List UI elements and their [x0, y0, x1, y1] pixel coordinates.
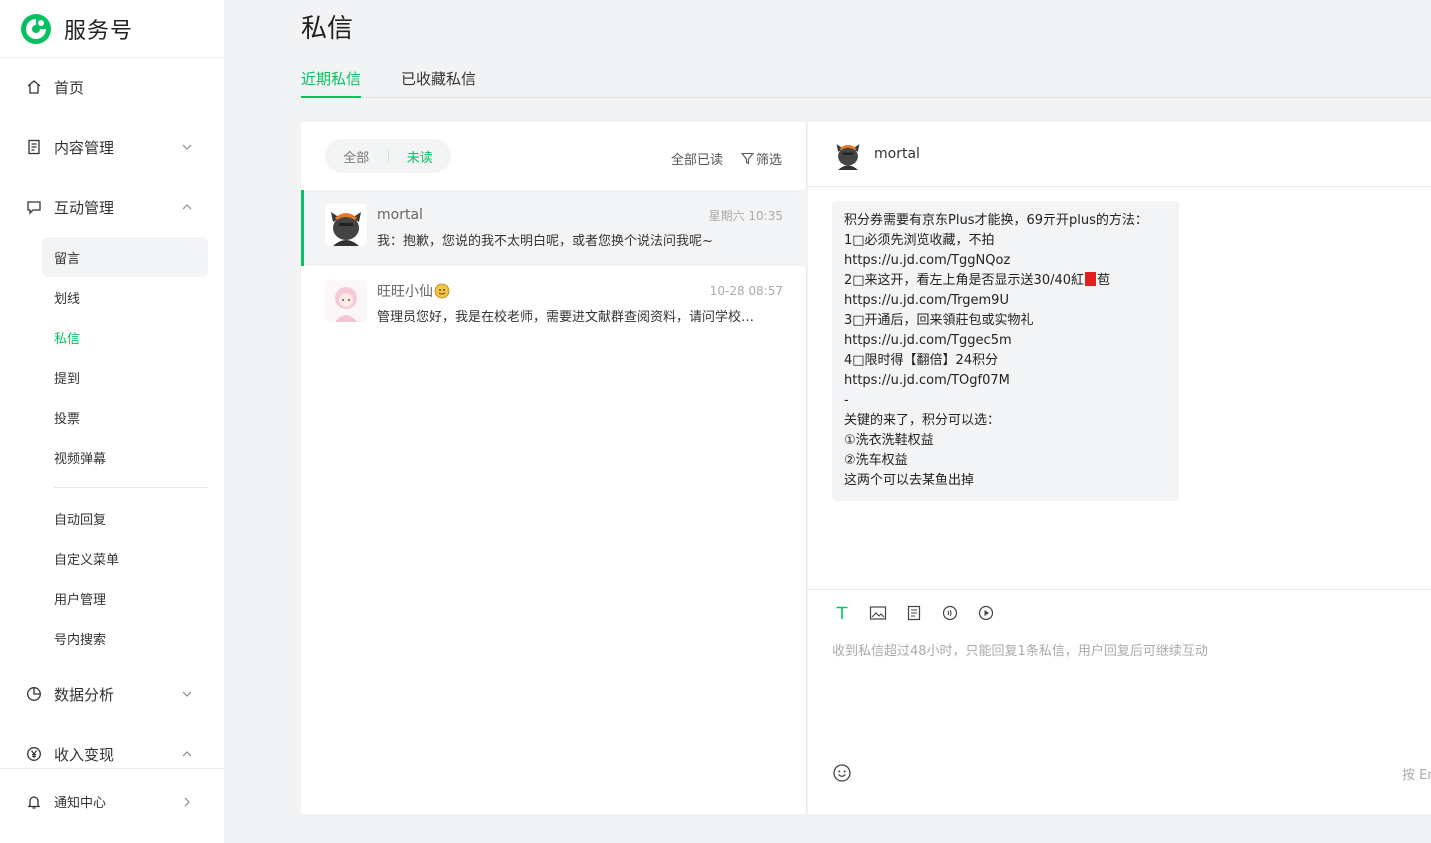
sidebar-item-video-danmaku[interactable]: 视频弹幕: [42, 437, 208, 477]
message-line: -: [844, 393, 849, 408]
conversation-item[interactable]: 旺旺小仙 10-28 08:57 管理员您好，我是在校老师，需要进文献群查阅资料…: [301, 266, 807, 342]
red-envelope-icon: [1085, 272, 1097, 286]
message-line: 2□来这开，看左上角是否显示送30/40紅苞: [844, 272, 1111, 288]
avatar: [832, 138, 864, 170]
conversation-preview: 我：抱歉，您说的我不太明白呢，或者您换个说法问我呢~: [377, 234, 713, 249]
sidebar-item-mentions[interactable]: 提到: [42, 357, 208, 397]
chat-bubble-icon: [24, 197, 44, 217]
sidebar-item-custom-menu[interactable]: 自定义菜单: [42, 538, 208, 578]
conversation-time: 10-28 08:57: [709, 284, 783, 298]
pie-chart-icon: [24, 684, 44, 704]
nav-notify-label: 通知中心: [54, 796, 107, 811]
image-icon[interactable]: [868, 603, 888, 623]
conversation-time: 星期六 10:35: [708, 208, 783, 223]
nav-monetization-label: 收入变现: [54, 745, 115, 764]
chevron-right-icon: [184, 797, 190, 806]
nav-home-label: 首页: [54, 78, 85, 97]
sidebar-item-auto-reply[interactable]: 自动回复: [42, 498, 208, 538]
chevron-up-icon: [182, 204, 192, 210]
composer-input[interactable]: 收到私信超过48小时，只能回复1条私信，用户回复后可继续互动: [808, 640, 1431, 659]
chevron-down-icon: [182, 691, 192, 697]
app-name: 服务号: [64, 18, 134, 44]
nav-data-analysis[interactable]: 数据分析: [0, 664, 224, 724]
funnel-icon: [740, 152, 754, 165]
video-icon[interactable]: [976, 603, 996, 623]
message-composer: 收到私信超过48小时，只能回复1条私信，用户回复后可继续互动 按 Enter 发…: [808, 589, 1431, 814]
composer-toolbar: [808, 590, 1431, 636]
message-line: ②洗车权益: [844, 453, 908, 468]
message-line: https://u.jd.com/TggNQoz: [844, 253, 1011, 268]
logo-row: 服务号: [0, 0, 224, 58]
nav-home[interactable]: 首页: [0, 57, 224, 117]
emoji-icon: [434, 283, 450, 299]
read-filter-toggle: 全部 未读: [325, 139, 451, 173]
chevron-up-icon: [182, 751, 192, 757]
message-line: 关键的来了，积分可以选：: [844, 413, 1001, 428]
nav-content-label: 内容管理: [54, 138, 115, 157]
message-line: https://u.jd.com/Trgem9U: [844, 293, 1009, 308]
sidebar-item-highlights[interactable]: 划线: [42, 277, 208, 317]
message-line: 这两个可以去某鱼出掉: [844, 473, 975, 488]
message-line: 4□限时得【翻倍】24积分: [844, 353, 999, 368]
message-bubble: 积分券需要有京东Plus才能换，69亓开plus的方法： 1□必须先浏览收藏，不…: [832, 201, 1179, 501]
message-line: 积分券需要有京东Plus才能换，69亓开plus的方法：: [844, 213, 1148, 228]
message-line: 1□必须先浏览收藏，不拍: [844, 233, 995, 248]
sidebar-item-comments[interactable]: 留言: [42, 237, 208, 277]
sidebar-item-user-management[interactable]: 用户管理: [42, 578, 208, 618]
avatar: [325, 280, 367, 322]
emoji-icon[interactable]: [832, 763, 852, 783]
filter-button[interactable]: 筛选: [740, 149, 782, 168]
nav-notification-center[interactable]: 通知中心: [0, 768, 224, 834]
mark-all-read-button[interactable]: 全部已读: [671, 149, 723, 168]
message-line: https://u.jd.com/Tggec5m: [844, 333, 1012, 348]
conversation-name: 旺旺小仙: [377, 281, 450, 301]
page-title: 私信: [301, 14, 354, 44]
audio-icon[interactable]: [940, 603, 960, 623]
tab-bar: 近期私信 已收藏私信: [301, 68, 1431, 98]
message-line: ①洗衣洗鞋权益: [844, 433, 934, 448]
sidebar: 服务号 首页 内容管理 互动管理 留言 划线 私信 提到 投票 视频弹幕 自动回…: [0, 0, 224, 843]
tab-starred-messages[interactable]: 已收藏私信: [401, 68, 476, 98]
bell-icon: [24, 792, 44, 812]
send-hint: 按 Enter 发送: [1402, 768, 1431, 783]
home-icon: [24, 77, 44, 97]
yen-icon: [24, 744, 44, 764]
nav-content-management[interactable]: 内容管理: [0, 117, 224, 177]
chevron-down-icon: [182, 144, 192, 150]
chat-panel: mortal 积分券需要有京东Plus才能换，69亓开plus的方法： 1□必须…: [808, 122, 1431, 814]
chat-contact-name: mortal: [874, 146, 920, 162]
conversation-list-panel: 全部 未读 全部已读 筛选 mortal 星期六 10:35 我：抱歉，您说的我…: [301, 122, 807, 814]
document-icon: [24, 137, 44, 157]
divider: [54, 487, 208, 488]
list-actions: 全部已读 筛选: [671, 149, 782, 168]
sidebar-item-votes[interactable]: 投票: [42, 397, 208, 437]
conversation-preview: 管理员您好，我是在校老师，需要进文献群查阅资料，请问学校…: [377, 310, 755, 325]
tab-recent-messages[interactable]: 近期私信: [301, 68, 362, 98]
sidebar-item-in-account-search[interactable]: 号内搜索: [42, 618, 208, 658]
nav-interaction-label: 互动管理: [54, 198, 115, 217]
filter-label: 筛选: [755, 153, 782, 168]
filter-unread-button[interactable]: 未读: [389, 147, 452, 166]
text-icon[interactable]: [832, 603, 852, 623]
avatar: [325, 204, 367, 246]
article-icon[interactable]: [904, 603, 924, 623]
message-line: https://u.jd.com/TOgf07M: [844, 373, 1010, 388]
nav-data-analysis-label: 数据分析: [54, 685, 115, 704]
interaction-submenu: 留言 划线 私信 提到 投票 视频弹幕 自动回复 自定义菜单 用户管理 号内搜索: [0, 237, 224, 658]
filter-all-button[interactable]: 全部: [325, 147, 388, 166]
nav-interaction-management[interactable]: 互动管理: [0, 177, 224, 237]
conversation-item[interactable]: mortal 星期六 10:35 我：抱歉，您说的我不太明白呢，或者您换个说法问…: [301, 190, 807, 266]
chat-header: mortal: [808, 122, 1431, 187]
logo-icon: [21, 13, 51, 44]
conversation-name: mortal: [377, 207, 423, 223]
message-line: 3□开通后，回来領莊包或实物礼: [844, 313, 1034, 328]
sidebar-item-messages[interactable]: 私信: [42, 317, 208, 357]
